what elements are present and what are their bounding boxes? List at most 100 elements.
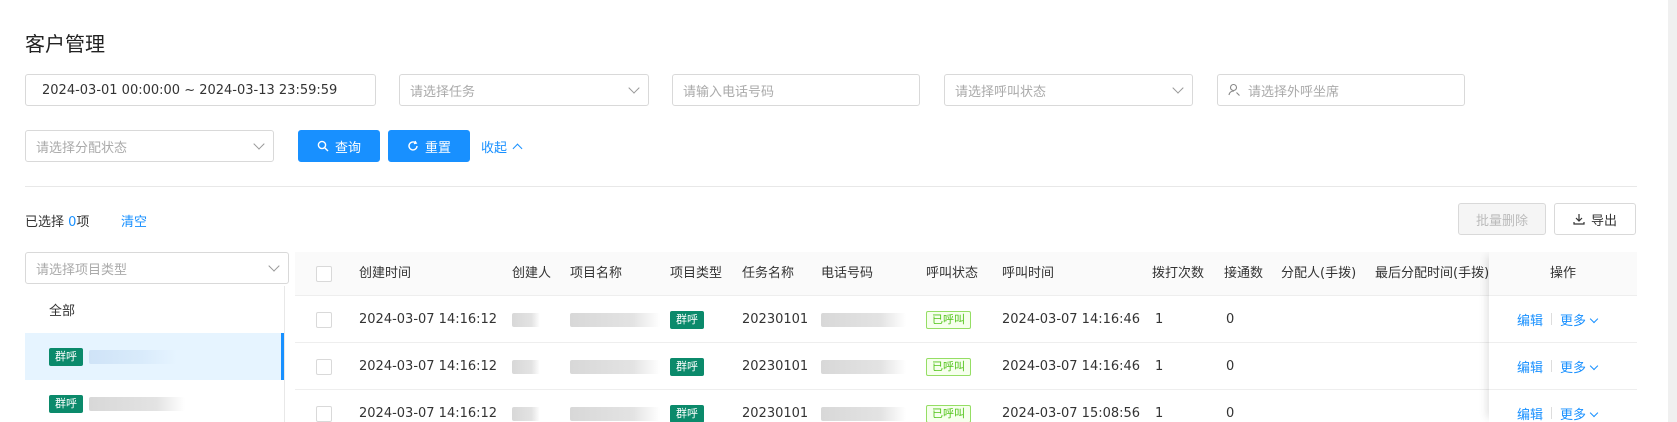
customer-table: 创建时间 创建人 项目名称 项目类型 任务名称 电话号码 呼叫状态 呼叫时间 拨… [295, 252, 1637, 422]
task-select-placeholder: 请选择任务 [410, 84, 476, 100]
col-created-time: 创建时间 [359, 266, 412, 281]
assign-status-select[interactable]: 请选择分配状态 [25, 130, 274, 162]
col-last-assign-time: 最后分配时间(手拨) [1375, 266, 1490, 281]
collapse-link[interactable]: 收起 [481, 137, 523, 156]
cell-project-type: 群呼 [670, 343, 704, 390]
page-title: 客户管理 [25, 32, 105, 56]
cell-call-time: 2024-03-07 14:16:46 [1002, 312, 1141, 327]
operations-row: 编辑 更多 [1489, 390, 1637, 422]
reload-icon [408, 140, 418, 151]
row-checkbox[interactable] [316, 312, 332, 328]
col-operations: 操作 [1489, 252, 1637, 296]
reset-button-label: 重置 [424, 140, 451, 156]
col-task-name: 任务名称 [742, 266, 795, 281]
table-row: 2024-03-07 14:16:12 群呼 20230101 已呼叫 2024… [295, 296, 1637, 343]
chevron-down-icon [1172, 82, 1184, 94]
group-call-tag: 群呼 [670, 311, 704, 329]
batch-delete-label: 批量删除 [1475, 213, 1528, 229]
col-project-type: 项目类型 [670, 266, 723, 281]
cell-phone-redacted [821, 296, 906, 343]
select-all-checkbox[interactable] [316, 266, 332, 282]
cell-project-redacted [570, 343, 660, 390]
export-button[interactable]: 导出 [1554, 203, 1636, 235]
date-range-value: 2024-03-01 00:00:00 ~ 2024-03-13 23:59:5… [42, 82, 338, 98]
selection-prefix: 已选择 [25, 215, 69, 230]
page-scrollbar[interactable] [1668, 0, 1677, 422]
group-call-tag: 群呼 [49, 347, 83, 366]
call-status-select[interactable]: 请选择呼叫状态 [944, 74, 1193, 106]
cell-task-name: 20230101 [742, 312, 809, 327]
selection-suffix: 项 [76, 215, 90, 230]
section-divider [25, 186, 1637, 187]
group-call-tag: 群呼 [670, 405, 704, 422]
cell-project-type: 群呼 [670, 390, 704, 422]
project-item-all[interactable]: 全部 [25, 286, 284, 333]
col-creator: 创建人 [512, 266, 552, 281]
cell-phone-redacted [821, 343, 906, 390]
table-header: 创建时间 创建人 项目名称 项目类型 任务名称 电话号码 呼叫状态 呼叫时间 拨… [295, 252, 1637, 296]
date-range-picker[interactable]: 2024-03-01 00:00:00 ~ 2024-03-13 23:59:5… [25, 74, 376, 106]
clear-selection-link[interactable]: 清空 [121, 211, 147, 230]
cell-call-time: 2024-03-07 14:16:46 [1002, 359, 1141, 374]
agent-select-placeholder: 请选择外呼坐席 [1248, 84, 1340, 100]
project-item[interactable]: 群呼 [25, 333, 284, 380]
cell-dial-count: 1 [1155, 359, 1164, 374]
more-label: 更多 [1560, 313, 1587, 329]
call-status-placeholder: 请选择呼叫状态 [955, 84, 1047, 100]
project-name-redacted [89, 349, 177, 364]
project-name-redacted [89, 396, 185, 411]
project-type-select[interactable]: 请选择项目类型 [25, 252, 289, 284]
more-label: 更多 [1560, 360, 1587, 376]
reset-button[interactable]: 重置 [388, 130, 470, 162]
selection-info: 已选择 0项 [25, 211, 89, 230]
search-icon [317, 140, 329, 152]
col-call-time: 呼叫时间 [1002, 266, 1055, 281]
called-tag: 已呼叫 [926, 358, 971, 376]
query-button[interactable]: 查询 [298, 130, 380, 162]
cell-dial-count: 1 [1155, 406, 1164, 421]
edit-link[interactable]: 编辑 [1517, 357, 1543, 376]
edit-link[interactable]: 编辑 [1517, 310, 1543, 329]
cell-call-status: 已呼叫 [926, 296, 971, 343]
cell-connected-count: 0 [1226, 312, 1235, 327]
batch-delete-button[interactable]: 批量删除 [1458, 203, 1546, 235]
row-checkbox[interactable] [316, 359, 332, 375]
chevron-down-icon [628, 82, 640, 94]
more-link[interactable]: 更多 [1560, 357, 1599, 376]
assign-status-placeholder: 请选择分配状态 [36, 140, 128, 156]
more-label: 更多 [1560, 407, 1587, 422]
export-label: 导出 [1590, 213, 1617, 229]
col-call-status: 呼叫状态 [926, 266, 979, 281]
cell-connected-count: 0 [1226, 359, 1235, 374]
operations-row: 编辑 更多 [1489, 296, 1637, 343]
cell-project-type: 群呼 [670, 296, 704, 343]
cell-created-time: 2024-03-07 14:16:12 [359, 406, 498, 421]
cell-task-name: 20230101 [742, 406, 809, 421]
agent-select[interactable]: 请选择外呼坐席 [1217, 74, 1465, 106]
phone-input[interactable]: 请输入电话号码 [672, 74, 920, 106]
cell-phone-redacted [821, 390, 906, 422]
row-checkbox[interactable] [316, 406, 332, 422]
more-link[interactable]: 更多 [1560, 310, 1599, 329]
clear-selection-label: 清空 [121, 215, 148, 230]
cell-created-time: 2024-03-07 14:16:12 [359, 312, 498, 327]
edit-link[interactable]: 编辑 [1517, 404, 1543, 422]
chevron-up-icon [512, 143, 523, 154]
cell-call-status: 已呼叫 [926, 343, 971, 390]
ops-separator [1551, 407, 1553, 419]
chevron-down-icon [268, 260, 280, 272]
group-call-tag: 群呼 [49, 394, 83, 413]
chevron-down-icon [1589, 361, 1599, 370]
chevron-down-icon [253, 138, 265, 150]
called-tag: 已呼叫 [926, 311, 971, 329]
col-phone: 电话号码 [821, 266, 874, 281]
group-call-tag: 群呼 [670, 358, 704, 376]
table-row: 2024-03-07 14:16:12 群呼 20230101 已呼叫 2024… [295, 343, 1637, 390]
cell-creator-redacted [512, 296, 540, 343]
collapse-label: 收起 [481, 141, 508, 156]
table-row: 2024-03-07 14:16:12 群呼 20230101 已呼叫 2024… [295, 390, 1637, 422]
more-link[interactable]: 更多 [1560, 404, 1599, 422]
task-select[interactable]: 请选择任务 [399, 74, 649, 106]
cell-project-redacted [570, 296, 660, 343]
project-item[interactable]: 群呼 [25, 380, 284, 422]
